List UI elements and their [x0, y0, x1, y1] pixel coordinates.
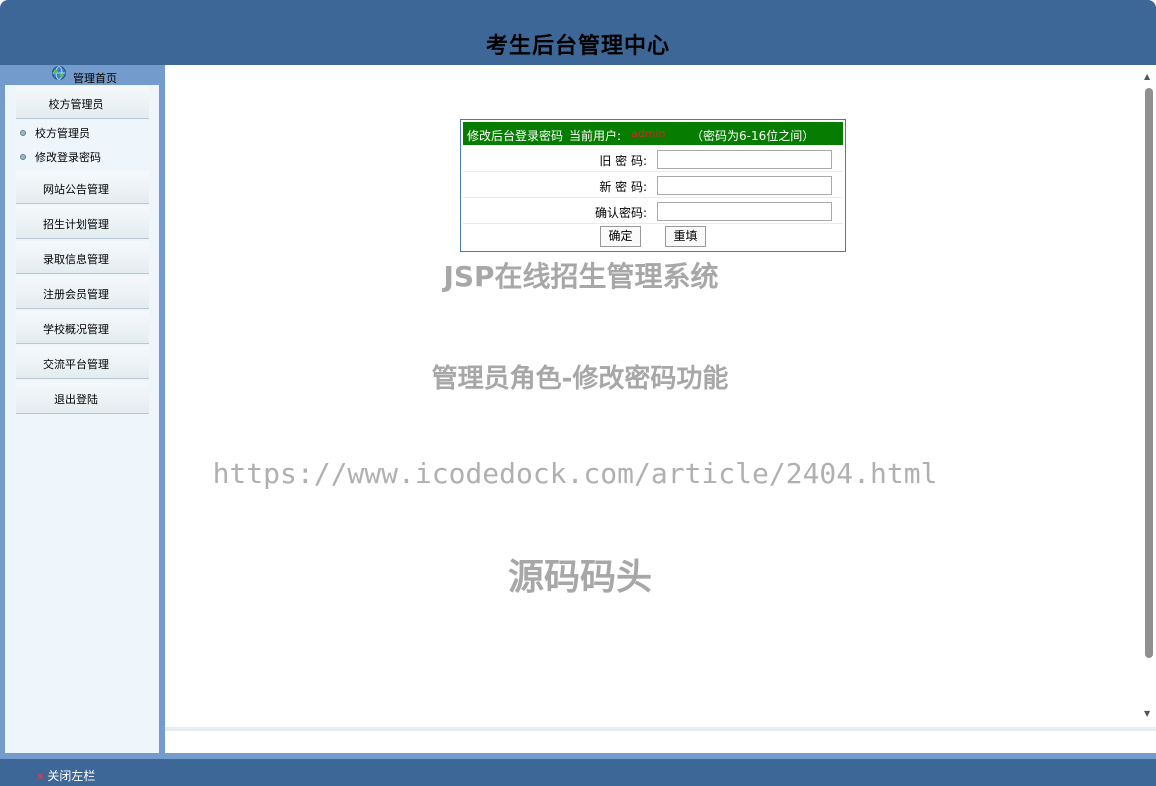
submit-button[interactable]: 确定 [600, 226, 641, 247]
header-title: 考生后台管理中心 [485, 34, 670, 59]
menu-section-label: 网站公告管理 [43, 183, 109, 196]
sub-item-label: 修改登录密码 [35, 151, 101, 164]
top-header: 考生后台管理中心 [0, 0, 1156, 65]
new-password-label: 新 密 码: [599, 180, 647, 194]
menu-section-label: 招生计划管理 [43, 218, 109, 231]
new-password-input[interactable] [657, 176, 832, 195]
menu-section-label: 校方管理员 [48, 98, 104, 111]
confirm-password-input[interactable] [657, 202, 832, 221]
close-sidebar-label: 关闭左栏 [47, 769, 96, 783]
menu-section-school-admin[interactable]: 校方管理员 [16, 86, 149, 119]
confirm-password-row: 确认密码: [463, 198, 843, 224]
menu-section-label: 退出登陆 [54, 393, 98, 406]
old-password-label: 旧 密 码: [599, 154, 647, 168]
watermark-url: https://www.icodedock.com/article/2404.h… [212, 457, 938, 490]
scrollbar-thumb[interactable] [1145, 88, 1153, 658]
sub-item-change-password[interactable]: 修改登录密码 [20, 149, 101, 165]
scroll-down-arrow-icon[interactable]: ▼ [1144, 709, 1150, 718]
sub-item-school-admin[interactable]: 校方管理员 [20, 125, 90, 141]
menu-section-admission-info[interactable]: 录取信息管理 [16, 241, 149, 274]
menu-section-forum[interactable]: 交流平台管理 [16, 346, 149, 379]
menu-section-enrollment-plan[interactable]: 招生计划管理 [16, 206, 149, 239]
confirm-password-label: 确认密码: [594, 206, 647, 220]
footer-bar: ✕ 关闭左栏 [0, 759, 1156, 786]
menu-section-logout[interactable]: 退出登陆 [16, 381, 149, 414]
menu-section-announcements[interactable]: 网站公告管理 [16, 171, 149, 204]
watermark-brand: 源码码头 [507, 557, 652, 598]
change-password-form: 修改后台登录密码 当前用户: admin （密码为6-16位之间） 旧 密 码:… [460, 119, 846, 252]
menu-section-members[interactable]: 注册会员管理 [16, 276, 149, 309]
form-title: 修改后台登录密码 [467, 129, 564, 143]
home-link[interactable]: 管理首页 [73, 70, 117, 86]
old-password-input[interactable] [657, 150, 832, 169]
menu-section-label: 学校概况管理 [43, 323, 109, 336]
current-user-value: admin [631, 127, 666, 140]
current-user-label: 当前用户: [569, 129, 622, 143]
bullet-icon [20, 130, 26, 136]
close-icon: ✕ [36, 772, 45, 783]
main-divider [165, 727, 1156, 731]
new-password-row: 新 密 码: [463, 172, 843, 198]
scroll-up-arrow-icon[interactable]: ▲ [1144, 72, 1150, 81]
password-hint: （密码为6-16位之间） [691, 129, 815, 143]
menu-section-label: 录取信息管理 [43, 253, 109, 266]
menu-section-label: 交流平台管理 [43, 358, 109, 371]
menu-section-school-overview[interactable]: 学校概况管理 [16, 311, 149, 344]
reset-button[interactable]: 重填 [665, 226, 706, 247]
close-sidebar-link[interactable]: ✕ 关闭左栏 [36, 767, 95, 784]
menu-section-label: 注册会员管理 [43, 288, 109, 301]
watermark-system-name: JSP在线招生管理系统 [443, 260, 719, 293]
bullet-icon [20, 154, 26, 160]
globe-icon[interactable] [50, 65, 68, 81]
sub-item-label: 校方管理员 [35, 127, 90, 140]
form-header: 修改后台登录密码 当前用户: admin （密码为6-16位之间） [463, 122, 843, 145]
watermark-feature: 管理员角色-修改密码功能 [431, 364, 729, 394]
old-password-row: 旧 密 码: [463, 146, 843, 172]
